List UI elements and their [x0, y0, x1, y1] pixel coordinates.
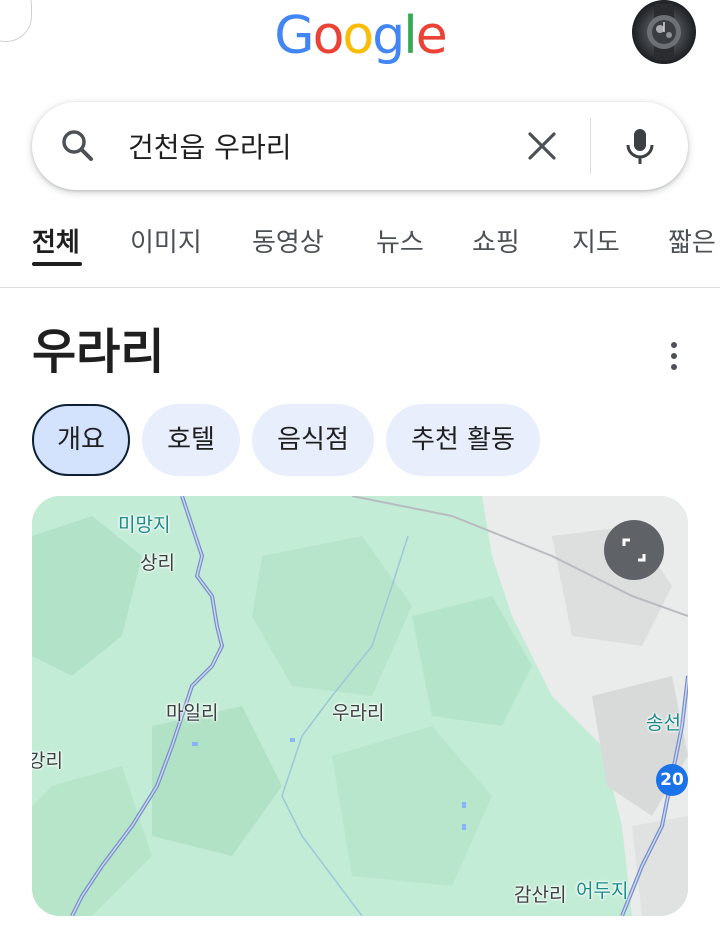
map-label-gangri[interactable]: 강리: [32, 746, 63, 773]
tab-maps[interactable]: 지도: [572, 222, 620, 259]
logo-letter-o2: o: [342, 6, 374, 66]
search-input[interactable]: [128, 124, 508, 168]
map-label-mailri[interactable]: 마일리: [166, 698, 218, 725]
watch-image-icon: [647, 4, 681, 60]
google-logo[interactable]: Google: [0, 6, 720, 66]
route-number-badge: 20: [656, 764, 688, 796]
search-tabs: 전체 이미지 동영상 뉴스 쇼핑 지도 짧은: [0, 210, 720, 288]
chip-things-to-do[interactable]: 추천 활동: [386, 404, 540, 476]
logo-letter-g2: g: [372, 6, 405, 66]
chip-restaurants[interactable]: 음식점: [252, 404, 374, 476]
logo-letter-o1: o: [312, 6, 345, 66]
logo-letter-l: l: [403, 6, 418, 66]
search-icon[interactable]: [58, 126, 98, 166]
tab-news[interactable]: 뉴스: [376, 222, 424, 259]
more-vert-icon[interactable]: [660, 336, 688, 376]
chip-overview[interactable]: 개요: [32, 404, 130, 476]
map-label-urari[interactable]: 우라리: [332, 698, 384, 725]
chip-hotels[interactable]: 호텔: [142, 404, 240, 476]
close-icon[interactable]: [522, 126, 562, 166]
map-label-mimangji[interactable]: 미망지: [118, 510, 170, 537]
search-results-page: Google 전체 이미지 동영상 뉴스: [0, 0, 720, 939]
map-label-eoduji[interactable]: 어두지: [576, 876, 628, 903]
logo-letter-g: G: [274, 6, 314, 66]
map-label-sangri[interactable]: 상리: [140, 548, 175, 575]
logo-letter-e: e: [415, 6, 448, 66]
map-expand-button[interactable]: [604, 520, 664, 580]
tab-images[interactable]: 이미지: [130, 222, 202, 259]
fullscreen-icon: [622, 538, 646, 562]
map-label-gamsanri[interactable]: 감산리: [514, 880, 566, 907]
tab-shopping[interactable]: 쇼핑: [472, 222, 520, 259]
profile-avatar[interactable]: [632, 0, 696, 64]
map-preview[interactable]: 미망지 상리 마일리 우라리 강리 송선 감산리 어두지 20: [32, 496, 688, 916]
mic-icon[interactable]: [618, 124, 662, 168]
knowledge-panel-title: 우라리: [32, 324, 165, 380]
map-label-songseon[interactable]: 송선: [646, 708, 681, 735]
tab-shorts[interactable]: 짧은: [668, 222, 716, 259]
search-divider: [590, 118, 591, 174]
active-tab-indicator: [32, 262, 82, 266]
tab-videos[interactable]: 동영상: [252, 222, 324, 259]
search-box[interactable]: [32, 102, 688, 190]
tab-all[interactable]: 전체: [32, 222, 80, 259]
